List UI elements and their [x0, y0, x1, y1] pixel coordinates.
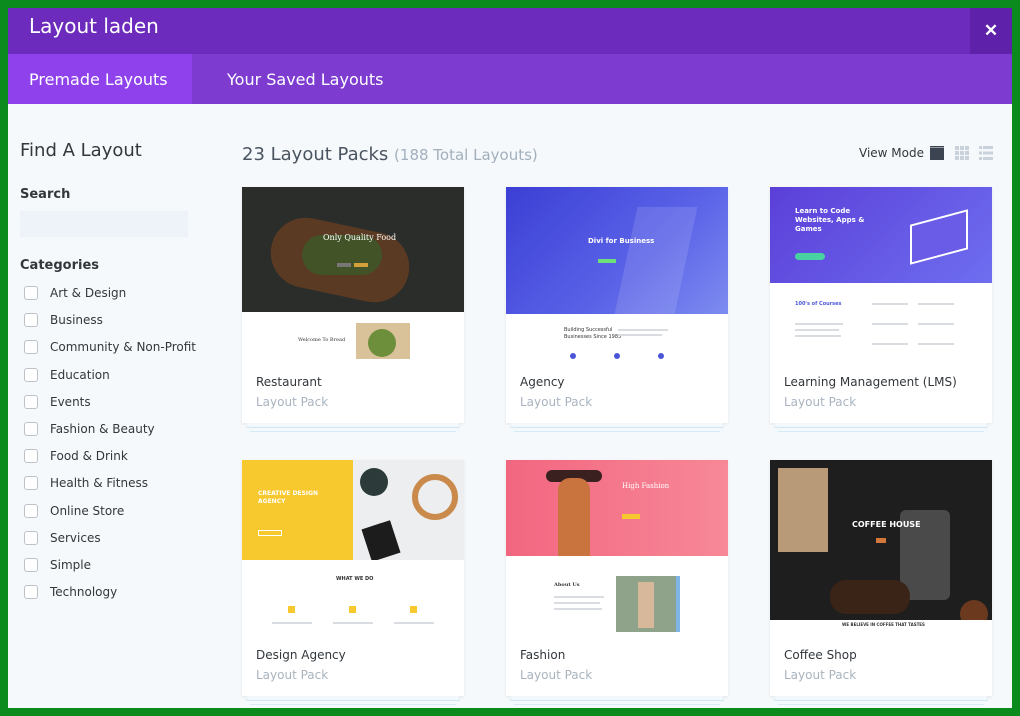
category-label: Community & Non-Profit	[50, 340, 196, 355]
category-checkbox[interactable]	[24, 558, 38, 572]
layout-packs-heading: 23 Layout Packs (188 Total Layouts)	[242, 144, 538, 165]
category-item[interactable]: Art & Design	[24, 283, 126, 303]
filter-sidebar: Find A Layout	[20, 140, 200, 161]
category-item[interactable]: Food & Drink	[24, 446, 128, 466]
card-type: Layout Pack	[256, 395, 329, 409]
card-type: Layout Pack	[784, 668, 857, 682]
view-mode-label: View Mode	[859, 146, 924, 160]
layout-thumbnail: COFFEE HOUSE WE BELIEVE IN COFFEE THAT T…	[770, 460, 992, 632]
category-label: Fashion & Beauty	[50, 422, 155, 436]
thumb-title: Divi for Business	[588, 237, 655, 245]
card-type: Layout Pack	[520, 668, 593, 682]
card-name: Learning Management (LMS)	[784, 375, 957, 389]
layout-thumbnail: Only Quality Food Welcome To Bread	[242, 187, 464, 359]
layout-card-lms[interactable]: Learn to Code Websites, Apps & Games 100…	[770, 187, 992, 432]
category-label: Events	[50, 394, 91, 409]
card-name: Fashion	[520, 648, 566, 662]
layout-card-coffee-shop[interactable]: COFFEE HOUSE WE BELIEVE IN COFFEE THAT T…	[770, 460, 992, 705]
search-label: Search	[20, 187, 71, 202]
category-checkbox[interactable]	[24, 286, 38, 300]
category-item[interactable]: Business	[24, 310, 103, 330]
tab-bar: Premade Layouts Your Saved Layouts	[8, 54, 1012, 104]
thumb-subtitle: About Us	[554, 582, 580, 588]
layout-card-design-agency[interactable]: CREATIVE DESIGN AGENCY WHAT WE DO Design…	[242, 460, 464, 705]
category-checkbox[interactable]	[24, 476, 38, 491]
categories-label: Categories	[20, 258, 100, 273]
category-checkbox[interactable]	[24, 585, 38, 600]
category-item[interactable]: Events	[24, 392, 91, 412]
list-view-icon[interactable]	[978, 145, 994, 161]
thumb-title: COFFEE HOUSE	[852, 520, 921, 529]
category-label: Simple	[50, 558, 91, 572]
thumb-subtitle: WE BELIEVE IN COFFEE THAT TASTES	[842, 622, 925, 627]
thumb-title: Learn to Code Websites, Apps & Games	[795, 207, 865, 233]
category-label: Business	[50, 313, 103, 328]
thumb-title: Only Quality Food	[323, 233, 397, 242]
layout-card-agency[interactable]: Divi for Business Building Successful Bu…	[506, 187, 728, 432]
card-type: Layout Pack	[520, 395, 593, 409]
layout-thumbnail: Learn to Code Websites, Apps & Games 100…	[770, 187, 992, 359]
category-checkbox[interactable]	[24, 530, 38, 545]
card-name: Agency	[520, 375, 565, 389]
category-label: Services	[50, 530, 101, 545]
category-item[interactable]: Simple	[24, 555, 91, 575]
category-checkbox[interactable]	[24, 422, 38, 436]
modal-titlebar: Layout laden ✕	[8, 8, 1012, 54]
modal-title: Layout laden	[29, 14, 159, 38]
category-item[interactable]: Services	[24, 528, 101, 548]
layout-thumbnail: Divi for Business Building Successful Bu…	[506, 187, 728, 359]
category-item[interactable]: Fashion & Beauty	[24, 419, 155, 439]
category-checkbox[interactable]	[24, 313, 38, 328]
category-label: Education	[50, 367, 110, 382]
thumb-title: High Fashion	[622, 482, 670, 490]
category-label: Art & Design	[50, 286, 127, 300]
thumb-subtitle: 100's of Courses	[795, 301, 842, 307]
category-label: Food & Drink	[50, 449, 128, 464]
layout-thumbnail: CREATIVE DESIGN AGENCY WHAT WE DO	[242, 460, 464, 632]
card-name: Restaurant	[256, 375, 322, 389]
sidebar-heading: Find A Layout	[20, 140, 142, 161]
grid-view-icon[interactable]	[954, 145, 970, 161]
total-layouts-count: (188 Total Layouts)	[394, 146, 538, 164]
card-name: Coffee Shop	[784, 648, 857, 662]
layout-card-fashion[interactable]: High Fashion About Us Fashion Layout Pac…	[506, 460, 728, 705]
close-icon[interactable]: ✕	[970, 8, 1012, 54]
thumb-title: CREATIVE DESIGN AGENCY	[258, 490, 319, 505]
tab-saved-layouts[interactable]: Your Saved Layouts	[227, 54, 383, 104]
layout-card-restaurant[interactable]: Only Quality Food Welcome To Bread Resta…	[242, 187, 464, 432]
category-checkbox[interactable]	[24, 367, 38, 382]
layout-packs-count: 23 Layout Packs	[242, 144, 389, 165]
load-layout-modal: Layout laden ✕ Premade Layouts Your Save…	[8, 8, 1012, 708]
category-label: Online Store	[50, 503, 125, 518]
category-item[interactable]: Technology	[24, 582, 117, 602]
card-view-icon[interactable]	[929, 145, 945, 161]
category-label: Technology	[50, 585, 118, 600]
tab-premade-layouts[interactable]: Premade Layouts	[8, 54, 192, 104]
category-checkbox[interactable]	[24, 503, 38, 518]
thumb-subtitle: WHAT WE DO	[336, 576, 374, 582]
card-type: Layout Pack	[784, 395, 857, 409]
category-checkbox[interactable]	[24, 340, 38, 355]
search-input[interactable]	[20, 211, 188, 237]
category-item[interactable]: Online Store	[24, 501, 124, 521]
category-label: Health & Fitness	[50, 476, 148, 491]
layout-thumbnail: High Fashion About Us	[506, 460, 728, 632]
card-name: Design Agency	[256, 648, 346, 662]
thumb-subtitle: Building Successful Businesses Since 198…	[564, 327, 622, 340]
category-item[interactable]: Education	[24, 365, 110, 385]
category-checkbox[interactable]	[24, 449, 38, 464]
category-checkbox[interactable]	[24, 394, 38, 409]
thumb-subtitle: Welcome To Bread	[298, 337, 346, 343]
category-item[interactable]: Community & Non-Profit	[24, 337, 196, 357]
card-type: Layout Pack	[256, 668, 329, 682]
category-item[interactable]: Health & Fitness	[24, 473, 148, 493]
